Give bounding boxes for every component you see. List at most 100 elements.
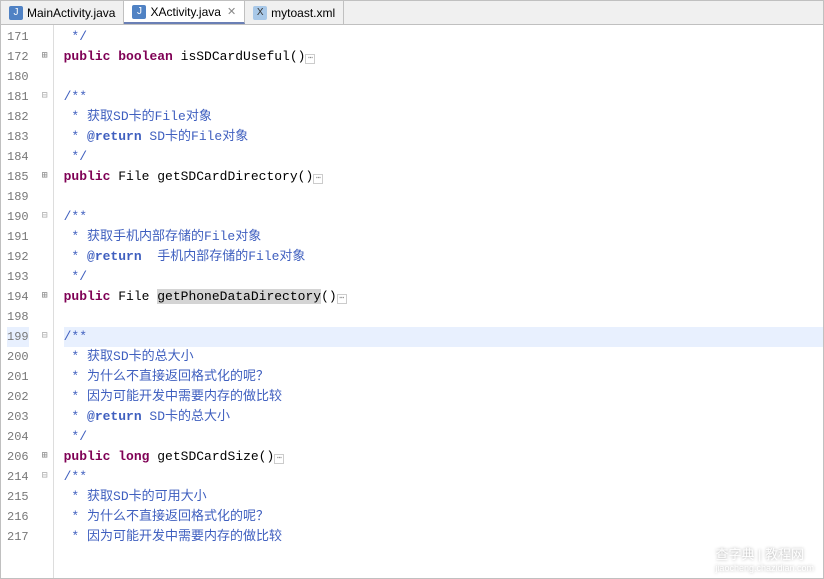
watermark-text: 查字典 | 教程网 bbox=[715, 547, 804, 562]
line-number: 183 bbox=[7, 127, 29, 147]
code-line[interactable] bbox=[64, 67, 823, 87]
fold-expanded-icon[interactable] bbox=[37, 327, 53, 347]
line-number: 190 bbox=[7, 207, 29, 227]
line-number: 171 bbox=[7, 27, 29, 47]
fold-spacer bbox=[37, 367, 53, 387]
line-number: 198 bbox=[7, 307, 29, 327]
code-line[interactable]: public long getSDCardSize()⋯ bbox=[64, 447, 823, 467]
code-line[interactable]: * 为什么不直接返回格式化的呢？ bbox=[64, 507, 823, 527]
tab-xactivity[interactable]: J XActivity.java ✕ bbox=[124, 1, 245, 24]
line-number: 206 bbox=[7, 447, 29, 467]
code-line[interactable]: */ bbox=[64, 267, 823, 287]
code-line[interactable]: public boolean isSDCardUseful()⋯ bbox=[64, 47, 823, 67]
editor-gutter: 1711721801811821831841851891901911921931… bbox=[1, 25, 54, 578]
fold-spacer bbox=[37, 27, 53, 47]
fold-spacer bbox=[37, 127, 53, 147]
line-number: 200 bbox=[7, 347, 29, 367]
fold-spacer bbox=[37, 407, 53, 427]
code-line[interactable]: */ bbox=[64, 147, 823, 167]
watermark: 查字典 | 教程网 jiaocheng.chazidian.com bbox=[715, 544, 814, 573]
fold-spacer bbox=[37, 487, 53, 507]
code-line[interactable]: /** bbox=[64, 467, 823, 487]
line-number: 192 bbox=[7, 247, 29, 267]
line-number: 204 bbox=[7, 427, 29, 447]
code-line[interactable]: * 获取手机内部存储的File对象 bbox=[64, 227, 823, 247]
fold-collapsed-icon[interactable] bbox=[37, 167, 53, 187]
code-line[interactable]: * 获取SD卡的可用大小 bbox=[64, 487, 823, 507]
fold-expanded-icon[interactable] bbox=[37, 207, 53, 227]
fold-spacer bbox=[37, 347, 53, 367]
line-number: 193 bbox=[7, 267, 29, 287]
watermark-url: jiaocheng.chazidian.com bbox=[715, 563, 814, 573]
line-number: 185 bbox=[7, 167, 29, 187]
xml-file-icon: X bbox=[253, 6, 267, 20]
tab-label: MainActivity.java bbox=[27, 6, 115, 20]
fold-spacer bbox=[37, 307, 53, 327]
line-number: 199 bbox=[7, 327, 29, 347]
fold-collapsed-icon[interactable] bbox=[37, 47, 53, 67]
line-number: 217 bbox=[7, 527, 29, 547]
tab-label: XActivity.java bbox=[150, 5, 220, 19]
fold-spacer bbox=[37, 227, 53, 247]
fold-spacer bbox=[37, 147, 53, 167]
code-content[interactable]: */public boolean isSDCardUseful()⋯/** * … bbox=[54, 25, 823, 578]
java-file-icon: J bbox=[132, 5, 146, 19]
line-number-column: 1711721801811821831841851891901911921931… bbox=[1, 25, 37, 578]
line-number: 216 bbox=[7, 507, 29, 527]
line-number: 172 bbox=[7, 47, 29, 67]
fold-spacer bbox=[37, 247, 53, 267]
line-number: 215 bbox=[7, 487, 29, 507]
fold-expanded-icon[interactable] bbox=[37, 467, 53, 487]
line-number: 202 bbox=[7, 387, 29, 407]
close-icon[interactable]: ✕ bbox=[227, 5, 236, 18]
fold-placeholder-icon[interactable]: ⋯ bbox=[337, 294, 347, 304]
code-line[interactable]: /** bbox=[64, 327, 823, 347]
fold-marker-column bbox=[37, 25, 53, 578]
code-line[interactable]: * 获取SD卡的File对象 bbox=[64, 107, 823, 127]
editor-tab-bar: J MainActivity.java J XActivity.java ✕ X… bbox=[1, 1, 823, 25]
code-line[interactable] bbox=[64, 307, 823, 327]
line-number: 182 bbox=[7, 107, 29, 127]
code-line[interactable]: * @return SD卡的File对象 bbox=[64, 127, 823, 147]
fold-spacer bbox=[37, 427, 53, 447]
line-number: 191 bbox=[7, 227, 29, 247]
line-number: 194 bbox=[7, 287, 29, 307]
code-line[interactable]: /** bbox=[64, 207, 823, 227]
line-number: 184 bbox=[7, 147, 29, 167]
code-line[interactable]: * 为什么不直接返回格式化的呢？ bbox=[64, 367, 823, 387]
line-number: 203 bbox=[7, 407, 29, 427]
fold-placeholder-icon[interactable]: ⋯ bbox=[313, 174, 323, 184]
tab-mytoast[interactable]: X mytoast.xml bbox=[245, 1, 344, 24]
line-number: 201 bbox=[7, 367, 29, 387]
fold-spacer bbox=[37, 107, 53, 127]
fold-spacer bbox=[37, 187, 53, 207]
code-line[interactable]: * @return SD卡的总大小 bbox=[64, 407, 823, 427]
fold-spacer bbox=[37, 387, 53, 407]
fold-spacer bbox=[37, 67, 53, 87]
code-line[interactable] bbox=[64, 187, 823, 207]
line-number: 189 bbox=[7, 187, 29, 207]
tab-label: mytoast.xml bbox=[271, 6, 335, 20]
fold-collapsed-icon[interactable] bbox=[37, 447, 53, 467]
fold-collapsed-icon[interactable] bbox=[37, 287, 53, 307]
fold-spacer bbox=[37, 527, 53, 547]
fold-spacer bbox=[37, 507, 53, 527]
code-line[interactable]: public File getSDCardDirectory()⋯ bbox=[64, 167, 823, 187]
code-line[interactable]: */ bbox=[64, 27, 823, 47]
code-line[interactable]: /** bbox=[64, 87, 823, 107]
line-number: 180 bbox=[7, 67, 29, 87]
code-line[interactable]: public File getPhoneDataDirectory()⋯ bbox=[64, 287, 823, 307]
tab-mainactivity[interactable]: J MainActivity.java bbox=[1, 1, 124, 24]
fold-placeholder-icon[interactable]: ⋯ bbox=[305, 54, 315, 64]
fold-placeholder-icon[interactable]: ⋯ bbox=[274, 454, 284, 464]
fold-expanded-icon[interactable] bbox=[37, 87, 53, 107]
fold-spacer bbox=[37, 267, 53, 287]
editor-area: 1711721801811821831841851891901911921931… bbox=[1, 25, 823, 578]
java-file-icon: J bbox=[9, 6, 23, 20]
code-line[interactable]: * 获取SD卡的总大小 bbox=[64, 347, 823, 367]
code-line[interactable]: */ bbox=[64, 427, 823, 447]
code-line[interactable]: * 因为可能开发中需要内存的做比较 bbox=[64, 527, 823, 547]
line-number: 214 bbox=[7, 467, 29, 487]
code-line[interactable]: * 因为可能开发中需要内存的做比较 bbox=[64, 387, 823, 407]
code-line[interactable]: * @return 手机内部存储的File对象 bbox=[64, 247, 823, 267]
